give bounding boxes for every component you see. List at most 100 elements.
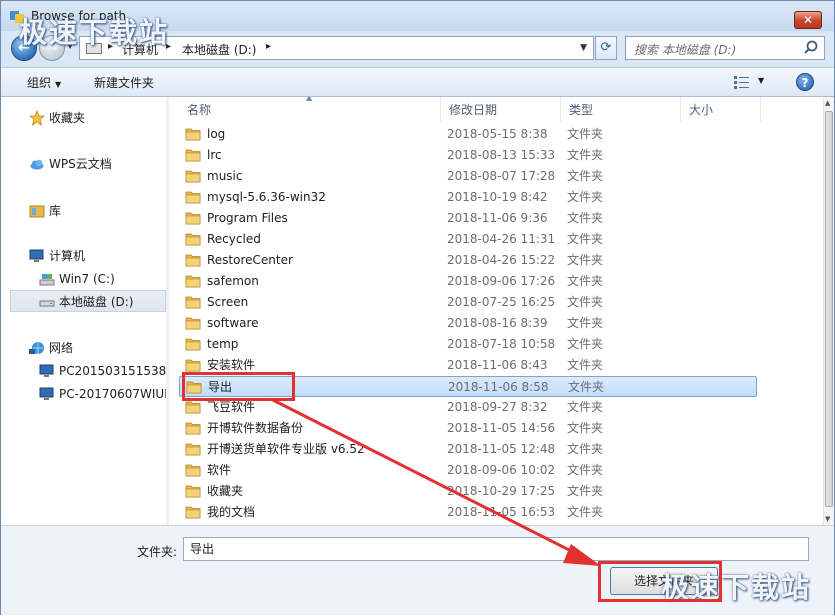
file-row[interactable]: 软件 2018-09-06 10:02 文件夹 [179,460,757,481]
file-row[interactable]: 开博软件数据备份 2018-11-05 14:56 文件夹 [179,418,757,439]
file-row[interactable]: Program Files 2018-11-06 9:36 文件夹 [179,208,757,229]
computer-icon [39,387,54,400]
drive-icon [39,300,55,307]
column-header-type[interactable]: 类型 [561,97,681,122]
view-dropdown-icon[interactable]: ▼ [758,76,764,85]
file-type: 文件夹 [567,211,604,225]
search-icon[interactable] [802,39,820,57]
file-list-scrollbar[interactable]: ▲ ▼ [823,97,834,525]
column-header-name[interactable]: 名称 [179,97,441,122]
file-name: lrc [207,148,222,162]
folder-icon [185,170,201,183]
folder-icon [185,506,201,519]
file-date: 2018-09-27 8:32 [447,400,548,414]
file-row[interactable]: 开博送货单软件专业版 v6.52 2018-11-05 12:48 文件夹 [179,439,757,460]
file-date: 2018-09-06 10:02 [447,463,556,477]
drive-icon [39,274,55,286]
file-row[interactable]: 收藏夹 2018-10-29 17:25 文件夹 [179,481,757,502]
file-row[interactable]: mysql-5.6.36-win32 2018-10-19 8:42 文件夹 [179,187,757,208]
file-row[interactable]: lrc 2018-08-13 15:33 文件夹 [179,145,757,166]
folder-name-input[interactable]: 导出 [183,537,809,561]
file-name: software [207,316,259,330]
file-row[interactable]: Screen 2018-07-25 16:25 文件夹 [179,292,757,313]
file-type: 文件夹 [567,337,604,351]
file-type: 文件夹 [567,505,604,519]
file-date: 2018-11-06 8:43 [447,358,548,372]
file-row[interactable]: log 2018-05-15 8:38 文件夹 [179,124,757,145]
library-icon [29,205,45,218]
folder-icon [185,464,201,477]
folder-icon [185,422,201,435]
file-type: 文件夹 [567,484,604,498]
file-name: 开博送货单软件专业版 v6.52 [207,442,365,456]
help-icon[interactable]: ? [796,73,814,91]
view-options-icon[interactable] [734,75,750,89]
file-date: 2018-08-13 15:33 [447,148,556,162]
folder-icon [185,128,201,141]
address-dropdown-icon[interactable]: ▼ [580,43,587,53]
file-row[interactable]: music 2018-08-07 17:28 文件夹 [179,166,757,187]
file-row[interactable]: RestoreCenter 2018-04-26 15:22 文件夹 [179,250,757,271]
folder-icon [185,485,201,498]
file-type: 文件夹 [567,400,604,414]
file-type: 文件夹 [567,127,604,141]
file-row[interactable]: Recycled 2018-04-26 11:31 文件夹 [179,229,757,250]
column-header-date[interactable]: 修改日期 [441,97,561,122]
file-type: 文件夹 [568,380,605,394]
organize-button[interactable]: 组织 ▼ [27,74,61,91]
file-row[interactable]: software 2018-08-16 8:39 文件夹 [179,313,757,334]
folder-icon [185,359,201,372]
cloud-icon [30,159,44,170]
file-date: 2018-11-05 12:48 [447,442,556,456]
file-type: 文件夹 [567,316,604,330]
file-list: ▲ 名称 修改日期 类型 大小 log 2018-05-15 8:38 文件夹 lrc… [169,97,823,525]
computer-icon [39,364,54,377]
scroll-up-icon[interactable]: ▲ [825,99,830,107]
file-date: 2018-04-26 15:22 [447,253,556,267]
file-type: 文件夹 [567,421,604,435]
network-icon [29,342,44,354]
file-type: 文件夹 [567,442,604,456]
file-name: RestoreCenter [207,253,293,267]
file-type: 文件夹 [567,463,604,477]
star-icon [29,110,45,126]
new-folder-button[interactable]: 新建文件夹 [94,74,154,91]
file-type: 文件夹 [567,274,604,288]
file-type: 文件夹 [567,253,604,267]
folder-icon [185,401,201,414]
file-type: 文件夹 [567,169,604,183]
close-button[interactable]: ✕ [794,11,822,29]
navigation-pane: 收藏夹 WPS云文档 库 计算机 Win7 (C:) 本地磁盘 (D:) 网络 [1,97,173,525]
annotation-highlight-button [598,561,722,602]
command-toolbar: 组织 ▼ 新建文件夹 ▼ ? [1,67,834,97]
file-date: 2018-08-16 8:39 [447,316,548,330]
file-row[interactable]: temp 2018-07-18 10:58 文件夹 [179,334,757,355]
file-name: 开博软件数据备份 [207,421,304,435]
file-date: 2018-10-19 8:42 [447,190,548,204]
file-date: 2018-11-06 8:58 [448,380,549,394]
file-date: 2018-08-07 17:28 [447,169,556,183]
watermark-logo: 极速下载站 [19,16,170,49]
folder-icon [185,443,201,456]
breadcrumb-chevron-icon[interactable]: ▸ [266,41,271,52]
annotation-highlight-folder [182,372,295,401]
scroll-down-icon[interactable]: ▼ [825,515,830,523]
scrollbar-thumb[interactable] [825,111,833,507]
file-date: 2018-07-18 10:58 [447,337,556,351]
search-input[interactable]: 搜索 本地磁盘 (D:) [634,41,736,58]
file-type: 文件夹 [567,148,604,162]
folder-icon [185,296,201,309]
file-name: Recycled [207,232,261,246]
file-name: log [207,127,226,141]
file-type: 文件夹 [567,232,604,246]
file-type: 文件夹 [567,190,604,204]
file-row[interactable]: safemon 2018-09-06 17:26 文件夹 [179,271,757,292]
file-date: 2018-11-06 9:36 [447,211,548,225]
file-name: music [207,169,243,183]
refresh-button[interactable]: ⟳ [595,36,617,60]
file-row[interactable]: 我的文档 2018-11-05 16:53 文件夹 [179,502,757,523]
search-box[interactable]: 搜索 本地磁盘 (D:) [625,36,825,60]
breadcrumb-drive-d[interactable]: 本地磁盘 (D:) [182,41,256,58]
column-header-size[interactable]: 大小 [681,97,761,122]
folder-icon [185,317,201,330]
